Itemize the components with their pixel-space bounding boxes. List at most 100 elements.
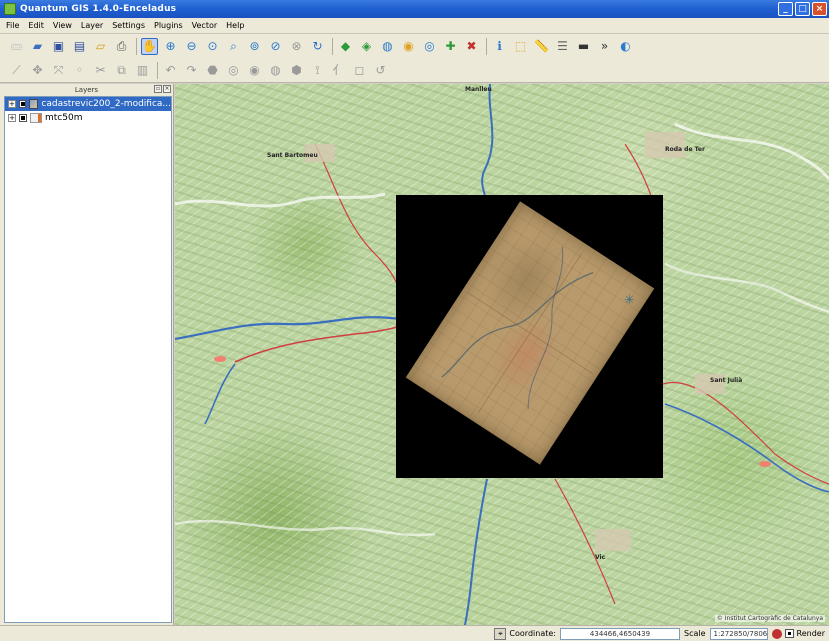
paste-icon[interactable]: ▥ bbox=[134, 62, 151, 79]
zoom-full-icon[interactable]: ⊙ bbox=[204, 38, 221, 55]
menu-bar: File Edit View Layer Settings Plugins Ve… bbox=[0, 18, 829, 34]
close-panel-button[interactable]: × bbox=[163, 85, 171, 93]
map-canvas[interactable]: Manlleu Sant Bartomeu Roda de Ter Sant J… bbox=[175, 84, 829, 625]
menu-help[interactable]: Help bbox=[226, 21, 244, 30]
river-line bbox=[204, 363, 236, 425]
qgis-window: Quantum GIS 1.4.0-Enceladus _ □ × File E… bbox=[0, 0, 829, 641]
menu-plugins[interactable]: Plugins bbox=[154, 21, 183, 30]
print-icon[interactable]: ⎙ bbox=[113, 38, 130, 55]
menu-edit[interactable]: Edit bbox=[28, 21, 44, 30]
menu-settings[interactable]: Settings bbox=[112, 21, 145, 30]
rotate-icon[interactable]: ↺ bbox=[372, 62, 389, 79]
layer-name: cadastrevic200_2-modifica... bbox=[41, 99, 171, 109]
minimize-button[interactable]: _ bbox=[778, 2, 793, 16]
toolbar-separator bbox=[157, 61, 158, 79]
zoom-out-icon[interactable]: ⊖ bbox=[183, 38, 200, 55]
menu-vector[interactable]: Vector bbox=[192, 21, 218, 30]
compass-rose-icon: ✳ bbox=[624, 293, 635, 308]
layer-visibility-checkbox[interactable] bbox=[18, 100, 26, 108]
status-bar: ⌖ Coordinate: 434466,4650439 Scale 1:272… bbox=[0, 625, 829, 641]
layer-item-mtc50m[interactable]: + mtc50m bbox=[5, 111, 171, 125]
urban-area bbox=[595, 529, 631, 551]
save-as-icon[interactable]: ▤ bbox=[71, 38, 88, 55]
add-wms-layer-icon[interactable]: ◎ bbox=[421, 38, 438, 55]
town-marker bbox=[214, 356, 226, 362]
split-icon[interactable]: ⺅ bbox=[330, 62, 347, 79]
zoom-in-icon[interactable]: ⊕ bbox=[162, 38, 179, 55]
pan-icon[interactable]: ✋ bbox=[141, 37, 158, 55]
zoom-selection-icon[interactable]: ⌕ bbox=[225, 38, 242, 55]
save-project-icon[interactable]: ▣ bbox=[50, 38, 67, 55]
new-print-composer-icon[interactable]: ▱ bbox=[92, 38, 109, 55]
capture-polygon-icon[interactable]: ✥ bbox=[29, 62, 46, 79]
stop-render-icon[interactable] bbox=[771, 628, 782, 639]
map-tips-icon[interactable]: ☰ bbox=[554, 38, 571, 55]
scale-bar-icon[interactable]: ▬ bbox=[575, 38, 592, 55]
toolbar-separator bbox=[136, 37, 137, 55]
add-postgis-layer-icon[interactable]: ◍ bbox=[379, 38, 396, 55]
close-button[interactable]: × bbox=[812, 2, 827, 16]
layer-tree[interactable]: + cadastrevic200_2-modifica... + mtc50m bbox=[4, 96, 172, 623]
panel-controls: ▫ × bbox=[154, 85, 171, 93]
zoom-last-icon[interactable]: ⊘ bbox=[267, 38, 284, 55]
refresh-icon[interactable]: ↻ bbox=[309, 38, 326, 55]
river-line bbox=[464, 478, 488, 625]
move-feature-icon[interactable]: ⤧ bbox=[50, 62, 67, 79]
measure-icon[interactable]: 📏 bbox=[533, 38, 550, 55]
undo-icon[interactable]: ↶ bbox=[162, 62, 179, 79]
expand-toggle-icon[interactable]: + bbox=[8, 114, 16, 122]
window-title: Quantum GIS 1.4.0-Enceladus bbox=[20, 4, 177, 14]
layers-panel: Layers ▫ × + cadastrevic200_2-modifica..… bbox=[0, 84, 174, 625]
redo-icon[interactable]: ↷ bbox=[183, 62, 200, 79]
delete-part-icon[interactable]: ⬢ bbox=[288, 62, 305, 79]
render-checkbox[interactable] bbox=[784, 629, 794, 638]
old-map-lines bbox=[441, 246, 594, 413]
new-vector-layer-icon[interactable]: ✚ bbox=[442, 38, 459, 55]
layers-panel-header: Layers ▫ × bbox=[0, 84, 173, 96]
simplify-icon[interactable]: ⬣ bbox=[204, 62, 221, 79]
zoom-next-icon[interactable]: ⊗ bbox=[288, 38, 305, 55]
menu-file[interactable]: File bbox=[6, 21, 19, 30]
add-vector-layer-icon[interactable]: ◆ bbox=[337, 38, 354, 55]
capture-line-icon[interactable]: ⟋ bbox=[8, 62, 25, 79]
town-label: Manlleu bbox=[465, 86, 492, 93]
reshape-icon[interactable]: ⟟ bbox=[309, 62, 326, 79]
coordinate-capture-icon[interactable]: ⌖ bbox=[494, 627, 507, 640]
merge-icon[interactable]: ◻ bbox=[351, 62, 368, 79]
copy-icon[interactable]: ⧉ bbox=[113, 62, 130, 79]
layer-item-cadastre[interactable]: + cadastrevic200_2-modifica... bbox=[5, 97, 171, 111]
menu-layer[interactable]: Layer bbox=[81, 21, 103, 30]
zoom-layer-icon[interactable]: ⊚ bbox=[246, 38, 263, 55]
digitizing-toolbar: ⟋ ✥ ⤧ ◦ ✂ ⧉ ▥ ↶ ↷ ⬣ ◎ ◉ ◍ ⬢ ⟟ ⺅ ◻ ↺ bbox=[0, 58, 829, 83]
identify-icon[interactable]: ℹ bbox=[491, 38, 508, 55]
add-spatialite-layer-icon[interactable]: ◉ bbox=[400, 38, 417, 55]
float-panel-button[interactable]: ▫ bbox=[154, 85, 162, 93]
cut-icon[interactable]: ✂ bbox=[92, 62, 109, 79]
river-line bbox=[664, 403, 829, 493]
node-tool-icon[interactable]: ◦ bbox=[71, 62, 88, 79]
main-toolbar: ▭ ▰ ▣ ▤ ▱ ⎙ ✋ ⊕ ⊖ ⊙ ⌕ ⊚ ⊘ ⊗ ↻ ◆ ◈ ◍ ◉ ◎ … bbox=[0, 34, 829, 58]
maximize-button[interactable]: □ bbox=[795, 2, 810, 16]
expand-toggle-icon[interactable]: + bbox=[8, 100, 16, 108]
toolbar-separator bbox=[486, 37, 487, 55]
road-line bbox=[234, 326, 398, 363]
raster-layer-icon bbox=[28, 99, 39, 109]
town-label: Sant Bartomeu bbox=[267, 152, 318, 159]
scale-input[interactable]: 1:272850/7806 bbox=[709, 627, 768, 640]
select-icon[interactable]: ⬚ bbox=[512, 38, 529, 55]
open-project-icon[interactable]: ▰ bbox=[29, 38, 46, 55]
layer-visibility-checkbox[interactable] bbox=[19, 114, 27, 122]
add-raster-layer-icon[interactable]: ◈ bbox=[358, 38, 375, 55]
new-project-icon[interactable]: ▭ bbox=[8, 38, 25, 55]
add-ring-icon[interactable]: ◎ bbox=[225, 62, 242, 79]
qgis-logo-icon bbox=[4, 3, 16, 15]
remove-layer-icon[interactable]: ✖ bbox=[463, 38, 480, 55]
add-part-icon[interactable]: ◉ bbox=[246, 62, 263, 79]
delete-ring-icon[interactable]: ◍ bbox=[267, 62, 284, 79]
help-icon[interactable]: » bbox=[596, 38, 613, 55]
road-line bbox=[314, 143, 398, 285]
map-credit: © Institut Cartogràfic de Catalunya bbox=[714, 615, 825, 622]
georeferenced-raster: ✳ bbox=[396, 195, 663, 478]
menu-view[interactable]: View bbox=[53, 21, 72, 30]
globe-icon[interactable]: ◐ bbox=[617, 38, 634, 55]
